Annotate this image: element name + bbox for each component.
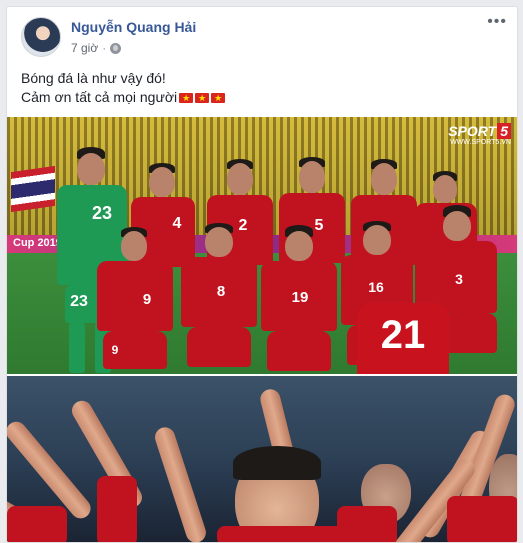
red-sleeve — [217, 526, 347, 542]
shorts-number: 9 — [111, 343, 119, 357]
red-sleeve — [97, 476, 137, 542]
vietnam-flag-icon — [195, 90, 210, 109]
sport5-logo-five: 5 — [497, 123, 511, 139]
post-text-line-2: Cảm ơn tất cả mọi người — [21, 89, 178, 105]
player-hair — [233, 446, 321, 480]
sport5-logo: SPORT 5 WWW.SPORT5.VN — [441, 123, 511, 149]
player-front-row: 8 — [177, 223, 261, 374]
jersey-number: 16 — [368, 279, 384, 295]
vietnam-flag-icon — [179, 90, 194, 109]
player-front-row: 9 9 — [91, 227, 177, 374]
vietnam-flag-icon — [211, 90, 226, 109]
red-sleeve — [447, 496, 517, 542]
jersey-number: 9 — [142, 291, 152, 308]
raised-arm — [152, 424, 209, 542]
post-time[interactable]: 7 giờ — [71, 41, 98, 55]
post-text: Bóng đá là như vậy đó! Cảm ơn tất cả mọi… — [21, 69, 505, 109]
celebration-photo[interactable] — [7, 376, 517, 542]
post-header: Nguyễn Quang Hải 7 giờ · ••• — [17, 13, 507, 61]
facebook-post-card: Nguyễn Quang Hải 7 giờ · ••• Bóng đá là … — [6, 6, 518, 543]
sport5-logo-url: WWW.SPORT5.VN — [450, 139, 511, 146]
team-photo[interactable]: Cup 2019 SPORT 5 WWW.SPORT5.VN 23 23 4 2… — [7, 117, 517, 374]
jersey-number: 8 — [216, 283, 226, 300]
player-front-row: 19 — [257, 225, 341, 374]
post-text-line-2-wrap: Cảm ơn tất cả mọi người — [21, 88, 505, 109]
jersey-number: 23 — [91, 203, 113, 223]
post-text-line-1: Bóng đá là như vậy đó! — [21, 70, 166, 86]
jersey-number: 21 — [380, 313, 426, 357]
jersey-number: 19 — [291, 289, 309, 306]
meta-separator: · — [102, 41, 107, 55]
globe-icon[interactable] — [110, 42, 122, 54]
shorts-number: 23 — [70, 293, 88, 310]
thailand-flag — [11, 165, 55, 213]
author-name[interactable]: Nguyễn Quang Hải — [71, 19, 196, 35]
sport5-logo-main: SPORT — [448, 123, 497, 139]
red-sleeve — [337, 506, 397, 542]
post-meta: 7 giờ · — [71, 41, 122, 55]
more-options-icon[interactable]: ••• — [487, 13, 507, 31]
jersey-number: 3 — [455, 271, 463, 287]
red-sleeve — [7, 506, 67, 542]
avatar[interactable] — [21, 17, 61, 57]
held-jersey: 21 — [357, 303, 449, 374]
